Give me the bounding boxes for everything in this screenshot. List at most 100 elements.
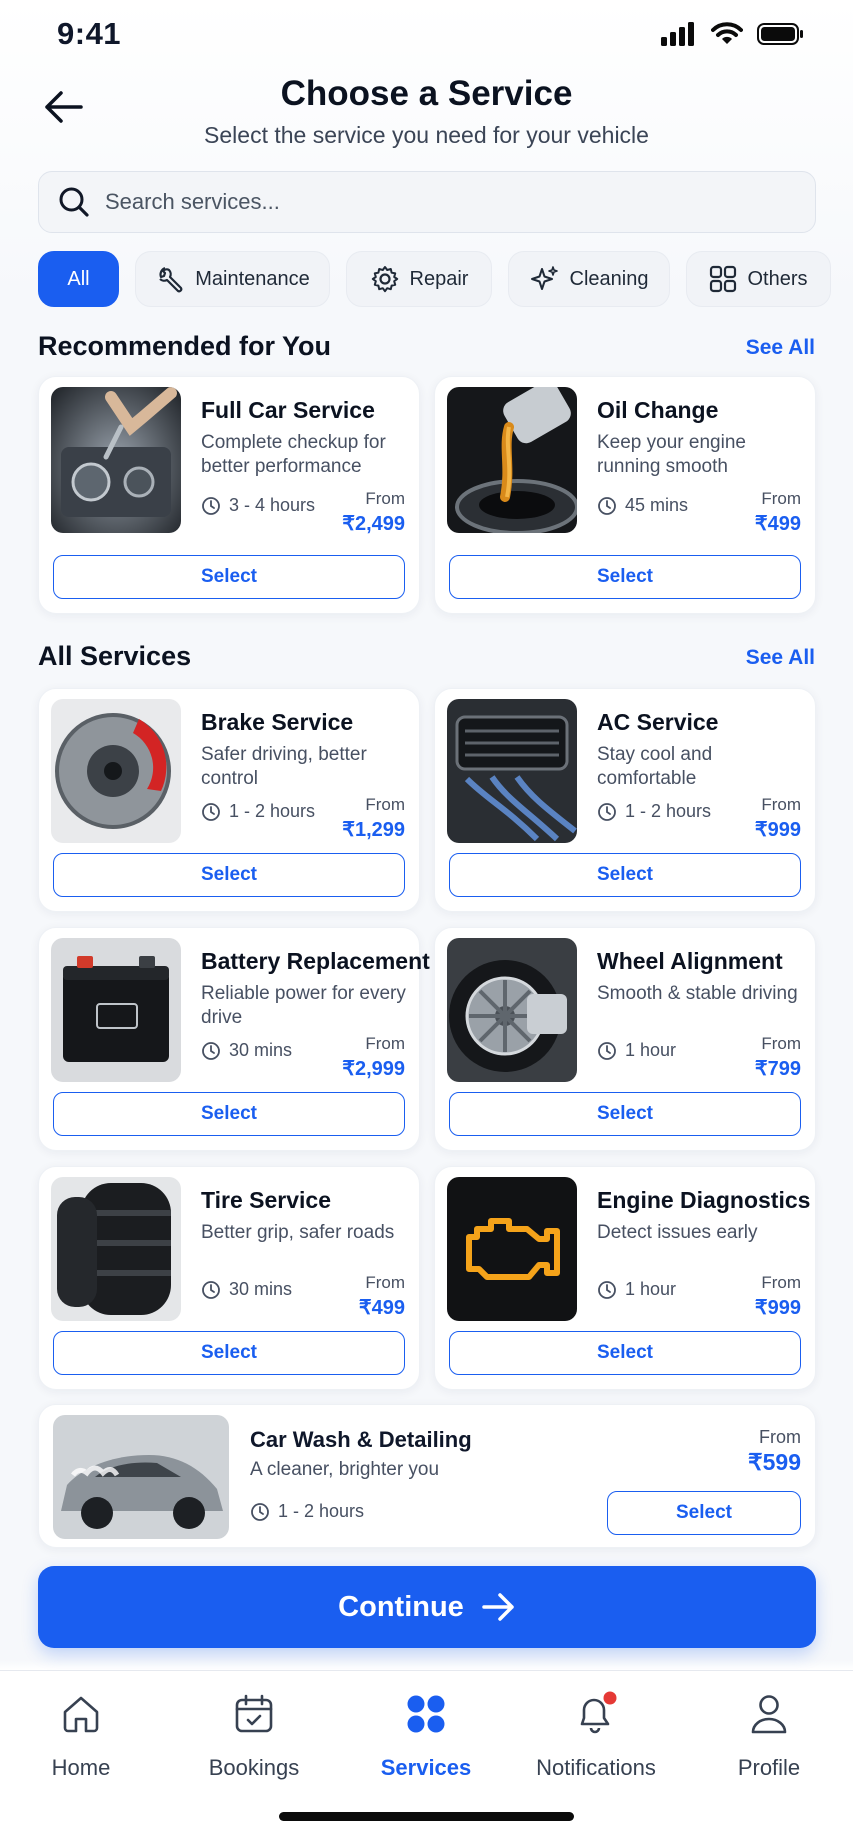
price-from-label: From [761, 489, 801, 508]
duration-text: 3 - 4 hours [229, 495, 316, 515]
select-button[interactable]: Select [53, 1331, 405, 1375]
select-button[interactable]: Select [53, 1092, 405, 1136]
car-wash-image [53, 1415, 229, 1539]
duration-text: 45 mins [625, 495, 689, 515]
notification-badge [603, 1691, 617, 1705]
check-engine-image [447, 1177, 577, 1321]
nav-notifications[interactable]: Notifications [521, 1687, 671, 1797]
chip-label: All [67, 267, 90, 290]
service-description: Detect issues early [597, 1222, 758, 1243]
select-button[interactable]: Select [449, 1092, 801, 1136]
chip-label: Others [747, 267, 808, 290]
status-bar: 9:41 [0, 0, 853, 70]
duration-text: 30 mins [229, 1279, 293, 1299]
page-subtitle: Select the service you need for your veh… [204, 122, 649, 148]
service-price: ₹499 [754, 513, 801, 535]
status-icons [661, 22, 805, 46]
select-button[interactable]: Select [449, 555, 801, 599]
user-icon [747, 1687, 791, 1741]
service-price: ₹2,499 [342, 513, 405, 535]
see-all-services-link[interactable]: See All [746, 646, 815, 670]
clock-icon [202, 496, 220, 515]
clock-icon [202, 1280, 220, 1299]
brake-disc-image [51, 699, 181, 843]
select-button[interactable]: Select [53, 853, 405, 897]
battery-icon [757, 23, 803, 45]
service-duration: 45 mins [597, 495, 688, 516]
nav-services[interactable]: Services [351, 1687, 501, 1797]
duration-text: 1 hour [625, 1279, 677, 1299]
chip-repair[interactable]: Repair [346, 251, 492, 307]
duration-text: 1 hour [625, 1040, 677, 1060]
chip-others[interactable]: Others [686, 251, 831, 307]
nav-home[interactable]: Home [6, 1687, 156, 1797]
nav-bookings[interactable]: Bookings [179, 1687, 329, 1797]
service-card-car-wash[interactable]: Car Wash & Detailing A cleaner, brighter… [38, 1404, 816, 1548]
service-name: Battery Replacement [201, 948, 430, 974]
duration-text: 1 - 2 hours [229, 801, 316, 821]
duration-text: 1 - 2 hours [278, 1501, 365, 1521]
nav-label: Bookings [208, 1755, 300, 1780]
tires-image [51, 1177, 181, 1321]
service-card-engine-diagnostics[interactable]: Engine Diagnostics Detect issues early 1… [434, 1166, 816, 1390]
duration-text: 30 mins [229, 1040, 293, 1060]
service-name: Wheel Alignment [597, 948, 783, 974]
search-bar[interactable] [38, 171, 816, 233]
service-card-tire-service[interactable]: Tire Service Better grip, safer roads 30… [38, 1166, 420, 1390]
select-button[interactable]: Select [449, 853, 801, 897]
price-from-label: From [759, 1427, 801, 1447]
service-card-brake-service[interactable]: Brake Service Safer driving, better cont… [38, 688, 420, 912]
service-card-wheel-alignment[interactable]: Wheel Alignment Smooth & stable driving … [434, 927, 816, 1151]
price-from-label: From [761, 795, 801, 814]
service-duration: 1 - 2 hours [597, 801, 711, 822]
wrench-icon [159, 266, 183, 293]
see-all-recommended-link[interactable]: See All [746, 336, 815, 360]
nav-label: Services [380, 1755, 472, 1780]
service-card-ac-service[interactable]: AC Service Stay cool and comfortable 1 -… [434, 688, 816, 912]
clock-icon [598, 1280, 616, 1299]
home-icon [59, 1687, 103, 1741]
all-services-title: All Services [38, 641, 192, 671]
chip-label: Cleaning [569, 267, 649, 290]
nav-profile[interactable]: Profile [694, 1687, 844, 1797]
service-description: Complete checkup for better performance [201, 432, 386, 477]
price-from-label: From [365, 1034, 405, 1053]
service-description: Reliable power for every drive [201, 983, 406, 1028]
recommended-title: Recommended for You [38, 331, 332, 361]
service-duration: 3 - 4 hours [201, 495, 315, 516]
price-from-label: From [761, 1034, 801, 1053]
continue-button[interactable]: Continue [38, 1566, 816, 1648]
service-card-oil-change[interactable]: Oil Change Keep your engine running smoo… [434, 376, 816, 614]
service-card-battery-replacement[interactable]: Battery Replacement Reliable power for e… [38, 927, 430, 1151]
select-button[interactable]: Select [449, 1331, 801, 1375]
wheel-image [447, 938, 577, 1082]
duration-text: 1 - 2 hours [625, 801, 712, 821]
service-description: Better grip, safer roads [201, 1222, 395, 1243]
service-duration: 1 hour [597, 1040, 676, 1061]
service-card-full-car-service[interactable]: Full Car Service Complete checkup for be… [38, 376, 420, 614]
select-button[interactable]: Select [53, 555, 405, 599]
services-icon [404, 1687, 448, 1741]
wifi-icon [711, 22, 743, 44]
chip-maintenance[interactable]: Maintenance [135, 251, 330, 307]
chip-all[interactable]: All [38, 251, 119, 307]
price-from-label: From [365, 1273, 405, 1292]
service-duration: 1 - 2 hours [201, 801, 315, 822]
service-duration: 30 mins [201, 1279, 292, 1300]
search-input[interactable] [105, 189, 785, 215]
page-title: Choose a Service [280, 74, 573, 113]
service-name: AC Service [597, 709, 719, 735]
service-duration: 30 mins [201, 1040, 292, 1061]
calendar-icon [232, 1687, 276, 1741]
clock-icon [598, 1041, 616, 1060]
service-description: Safer driving, better control [201, 744, 367, 789]
service-price: ₹999 [754, 819, 801, 841]
select-button[interactable]: Select [607, 1491, 801, 1535]
chip-cleaning[interactable]: Cleaning [508, 251, 670, 307]
bell-icon [572, 1687, 620, 1741]
service-price: ₹1,299 [342, 819, 405, 841]
battery-image [51, 938, 181, 1082]
engine-image [51, 387, 181, 533]
service-price: ₹599 [747, 1449, 801, 1475]
sparkle-icon [530, 266, 558, 290]
